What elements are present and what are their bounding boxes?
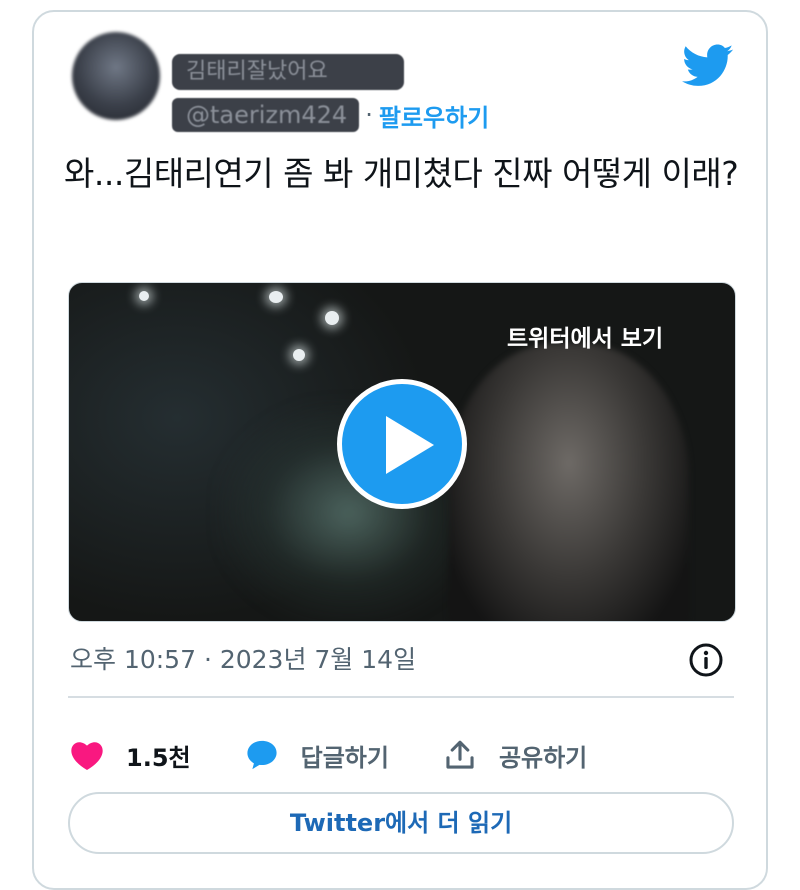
street-light (269, 291, 283, 303)
share-button[interactable]: 공유하기 (443, 738, 587, 773)
street-light (293, 349, 305, 361)
separator: · (365, 101, 373, 129)
view-on-twitter-label[interactable]: 트위터에서 보기 (489, 313, 681, 359)
user-handle[interactable]: @taerizm424 (172, 98, 360, 132)
like-button[interactable]: 1.5천 (70, 738, 191, 773)
display-name[interactable]: 김태리잘났어요 (172, 54, 404, 90)
info-icon[interactable] (688, 642, 724, 678)
share-icon (446, 740, 474, 769)
tweet-text: 와...김태리연기 좀 봐 개미쳤다 진짜 어떻게 이래? (64, 154, 739, 193)
street-light (325, 311, 339, 325)
reply-button[interactable]: 답글하기 (245, 738, 389, 773)
divider (68, 696, 734, 698)
twitter-logo-icon[interactable] (682, 44, 734, 88)
avatar[interactable] (72, 32, 160, 120)
like-count: 1.5천 (126, 743, 191, 772)
tweet-timestamp[interactable]: 오후 10:57 · 2023년 7월 14일 (70, 640, 416, 676)
reply-bubble-icon (247, 740, 277, 770)
share-label: 공유하기 (498, 743, 588, 772)
tweet-card: 김태리잘났어요 @taerizm424 · 팔로우하기 와...김태리연기 좀 … (32, 10, 768, 890)
follow-button[interactable]: 팔로우하기 (379, 98, 489, 133)
video-subject (449, 343, 689, 621)
play-icon (386, 416, 434, 474)
read-more-button[interactable]: Twitter에서 더 읽기 (68, 792, 734, 854)
handle-row: @taerizm424 · 팔로우하기 (172, 97, 489, 133)
street-light (139, 291, 149, 301)
action-bar: 1.5천 답글하기 공유하기 (70, 730, 641, 780)
reply-label: 답글하기 (300, 743, 389, 772)
video-player[interactable]: 트위터에서 보기 (68, 282, 736, 622)
heart-icon (71, 742, 103, 771)
play-button[interactable] (337, 379, 467, 509)
